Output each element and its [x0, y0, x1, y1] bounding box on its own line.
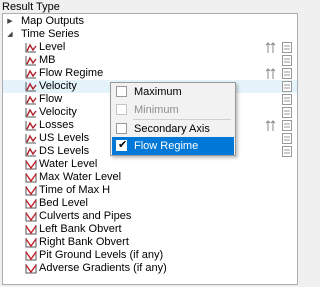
series-controls[interactable]	[265, 106, 295, 119]
context-menu: Maximum Minimum Secondary Axis ✔ Flow Re…	[110, 82, 236, 156]
tree-item-right-bank-obvert[interactable]: Right Bank Obvert	[3, 236, 297, 249]
tree-item-label: DS Levels	[39, 145, 90, 157]
style-toggle-icon	[282, 68, 292, 79]
checkbox[interactable]	[116, 86, 127, 97]
tree-item-left-bank-obvert[interactable]: Left Bank Obvert	[3, 223, 297, 236]
style-toggle-icon	[282, 107, 292, 118]
tree-item-mb[interactable]: MB	[3, 54, 297, 67]
tree-item-level[interactable]: Level	[3, 41, 297, 54]
tree-item-label: Water Level	[39, 158, 98, 170]
menu-item-minimum: Minimum	[112, 101, 234, 119]
tree-item-bed-level[interactable]: Bed Level	[3, 197, 297, 210]
tree-item-label: Left Bank Obvert	[39, 223, 122, 235]
tree-item-label: MB	[39, 54, 56, 66]
tree-item-label: Adverse Gradients (if any)	[39, 262, 167, 274]
tree-item-label: Level	[39, 41, 66, 53]
tree-item-label: Pit Ground Levels (if any)	[39, 249, 164, 261]
tree-item-label: Flow Regime	[39, 67, 104, 79]
series-controls[interactable]	[265, 41, 295, 54]
tree-item-culverts-and-pipes[interactable]: Culverts and Pipes	[3, 210, 297, 223]
tree-node-label: Time Series	[21, 28, 80, 40]
tree-item-label: Max Water Level	[39, 171, 122, 183]
menu-item-label: Minimum	[134, 104, 179, 116]
menu-item-secondary-axis[interactable]: Secondary Axis	[112, 120, 234, 138]
tree-item-label: Time of Max H	[39, 184, 111, 196]
menu-item-label: Maximum	[134, 86, 182, 98]
style-toggle-icon	[282, 120, 292, 131]
menu-item-label: Flow Regime	[134, 140, 199, 152]
series-controls[interactable]	[265, 54, 295, 67]
menu-item-flow-regime[interactable]: ✔ Flow Regime	[112, 137, 234, 155]
tree-item-label: Velocity	[39, 80, 77, 92]
menu-item-maximum[interactable]: Maximum	[112, 83, 234, 101]
checkbox	[116, 104, 127, 115]
tree-item-water-level[interactable]: Water Level	[3, 158, 297, 171]
style-toggle-icon	[282, 55, 292, 66]
sort-arrows-icon	[265, 120, 276, 131]
series-controls[interactable]	[265, 93, 295, 106]
menu-item-label: Secondary Axis	[134, 123, 210, 135]
collapse-arrow-icon[interactable]: ◢	[5, 28, 15, 41]
tree-item-label: Losses	[39, 119, 74, 131]
series-controls[interactable]	[265, 80, 295, 93]
checkmark-icon: ✔	[118, 139, 128, 151]
tree-item-pit-ground-levels-if-any-[interactable]: Pit Ground Levels (if any)	[3, 249, 297, 262]
style-toggle-icon	[282, 94, 292, 105]
sort-arrows-icon	[265, 68, 276, 79]
series-controls[interactable]	[265, 67, 295, 80]
tree-item-label: US Levels	[39, 132, 90, 144]
style-toggle-icon	[282, 42, 292, 53]
tree-item-label: Right Bank Obvert	[39, 236, 129, 248]
tree-item-max-water-level[interactable]: Max Water Level	[3, 171, 297, 184]
tree-node-label: Map Outputs	[21, 15, 84, 27]
expand-arrow-icon[interactable]: ▶	[5, 15, 15, 28]
tree-item-adverse-gradients-if-any-[interactable]: Adverse Gradients (if any)	[3, 262, 297, 275]
style-toggle-icon	[282, 133, 292, 144]
style-toggle-icon	[282, 81, 292, 92]
checkbox[interactable]: ✔	[116, 139, 128, 151]
tree-item-label: Bed Level	[39, 197, 88, 209]
style-toggle-icon	[282, 146, 292, 157]
checkbox[interactable]	[116, 123, 127, 134]
series-controls[interactable]	[265, 132, 295, 145]
tree-node-map-outputs[interactable]: ▶ Map Outputs	[3, 15, 297, 28]
series-controls[interactable]	[265, 119, 295, 132]
series-controls[interactable]	[265, 145, 295, 158]
tree-item-label: Culverts and Pipes	[39, 210, 132, 222]
tree-node-time-series[interactable]: ◢ Time Series	[3, 28, 297, 41]
tree-item-label: Velocity	[39, 106, 77, 118]
tree-item-time-of-max-h[interactable]: Time of Max H	[3, 184, 297, 197]
tree-item-label: Flow	[39, 93, 63, 105]
sort-arrows-icon	[265, 42, 276, 53]
tree-item-flow-regime[interactable]: Flow Regime	[3, 67, 297, 80]
